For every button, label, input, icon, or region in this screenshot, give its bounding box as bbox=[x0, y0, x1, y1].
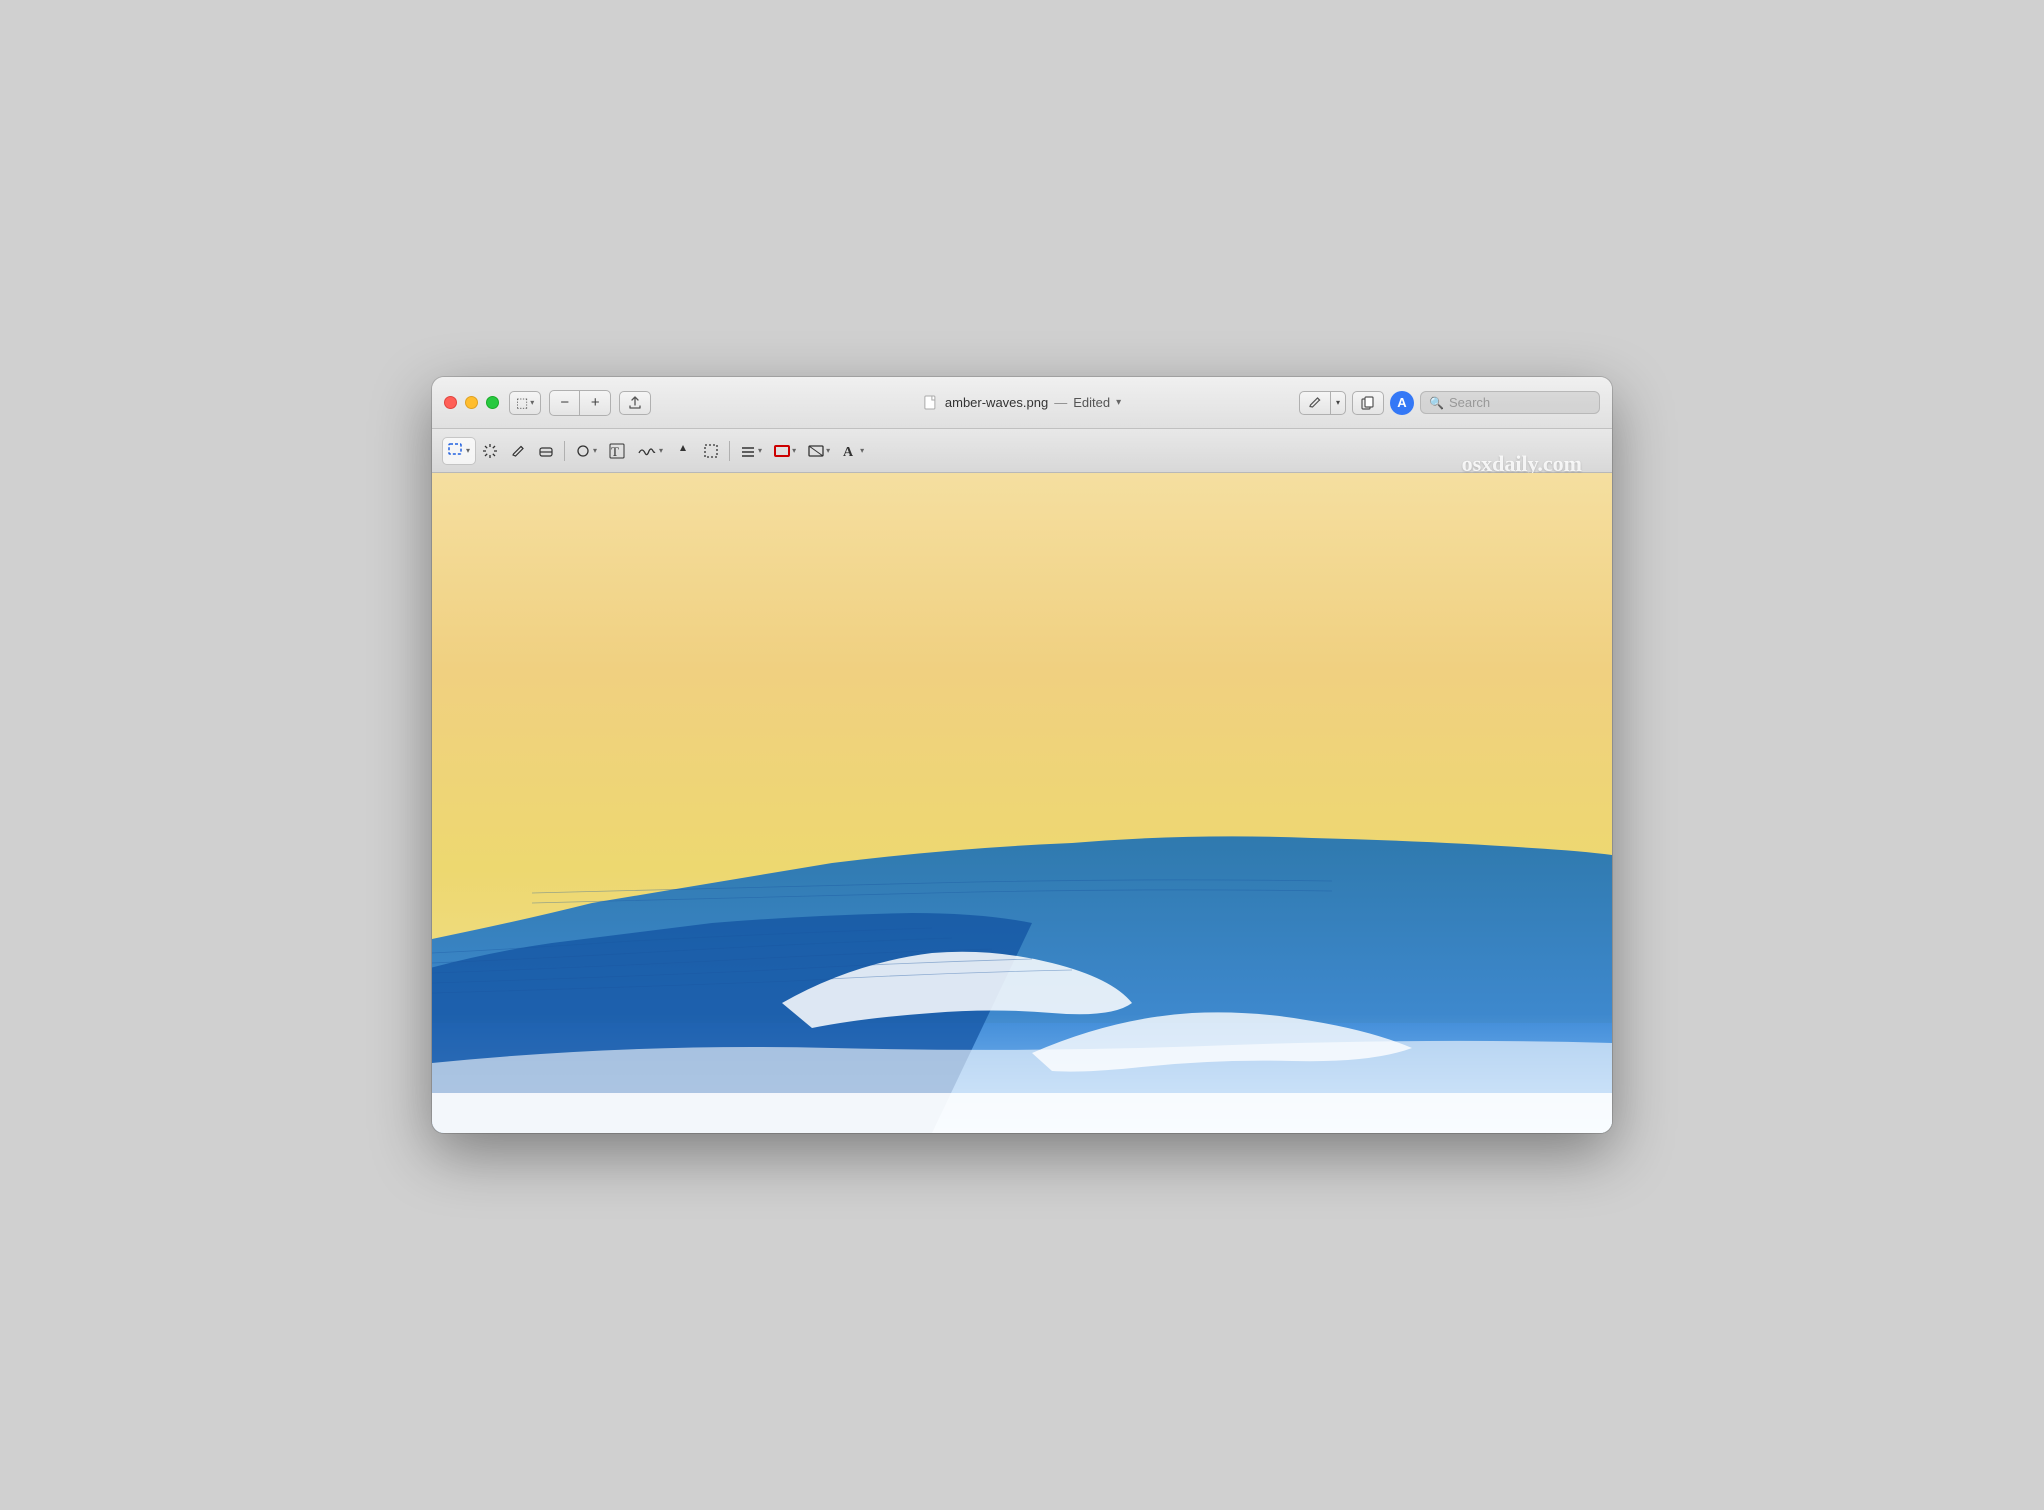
zoom-in-button[interactable]: + bbox=[580, 391, 610, 415]
eraser-icon bbox=[538, 443, 554, 459]
traffic-lights bbox=[444, 396, 499, 409]
crop-tool-button[interactable] bbox=[697, 437, 725, 465]
minimize-button[interactable] bbox=[465, 396, 478, 409]
signature-chevron-icon: ▾ bbox=[659, 446, 663, 455]
zoom-in-icon: + bbox=[591, 394, 600, 411]
zoom-out-button[interactable]: − bbox=[550, 391, 580, 415]
rect-border-button[interactable]: ▾ bbox=[768, 437, 802, 465]
draw-tool-button[interactable] bbox=[504, 437, 532, 465]
document-icon bbox=[923, 395, 939, 411]
selection-chevron-icon: ▾ bbox=[466, 446, 470, 455]
toolbar-separator-2 bbox=[729, 441, 730, 461]
markup-a-icon: A bbox=[1397, 395, 1406, 410]
rect-bg-icon bbox=[808, 443, 824, 459]
border-align-chevron-icon: ▾ bbox=[758, 446, 762, 455]
app-window: ⬚ ▾ − + bbox=[432, 377, 1612, 1133]
text-tool-button[interactable]: T bbox=[603, 437, 631, 465]
pencil-chevron[interactable]: ▾ bbox=[1331, 394, 1345, 411]
image-display bbox=[432, 473, 1612, 1133]
signature-icon bbox=[637, 443, 657, 459]
rect-border-icon bbox=[774, 443, 790, 459]
adjust-icon bbox=[675, 443, 691, 459]
edited-label: Edited bbox=[1073, 395, 1110, 410]
rect-border-chevron-icon: ▾ bbox=[792, 446, 796, 455]
magic-wand-button[interactable] bbox=[476, 437, 504, 465]
svg-text:A: A bbox=[843, 445, 854, 459]
title-bar-left: ⬚ ▾ − + bbox=[509, 390, 651, 416]
terrain-layer bbox=[432, 473, 1612, 1133]
toolbar-separator-1 bbox=[564, 441, 565, 461]
font-button[interactable]: A ▾ bbox=[836, 437, 870, 465]
sidebar-chevron-icon: ▾ bbox=[530, 398, 534, 407]
title-bar-right: ▾ A 🔍 bbox=[1299, 391, 1600, 415]
svg-text:T: T bbox=[611, 444, 619, 459]
search-input[interactable] bbox=[1449, 395, 1591, 410]
share-button[interactable] bbox=[619, 391, 651, 415]
markup-button[interactable]: ▾ bbox=[1299, 391, 1346, 415]
annotation-toolbar: ▾ bbox=[432, 429, 1612, 473]
pencil-icon bbox=[1308, 396, 1322, 410]
canvas-area bbox=[432, 473, 1612, 1133]
pages-icon bbox=[1360, 395, 1376, 411]
text-tool-icon: T bbox=[609, 443, 625, 459]
eraser-tool-button[interactable] bbox=[532, 437, 560, 465]
title-chevron-icon[interactable]: ▾ bbox=[1116, 397, 1121, 408]
selection-tool-button[interactable]: ▾ bbox=[442, 437, 476, 465]
adjust-tool-button[interactable] bbox=[669, 437, 697, 465]
pencil-dropdown-icon: ▾ bbox=[1336, 398, 1340, 407]
close-button[interactable] bbox=[444, 396, 457, 409]
share-icon bbox=[628, 396, 642, 410]
toolbar-tools: ▾ bbox=[442, 437, 1598, 465]
zoom-controls: − + bbox=[549, 390, 611, 416]
rect-bg-button[interactable]: ▾ bbox=[802, 437, 836, 465]
font-chevron-icon: ▾ bbox=[860, 446, 864, 455]
markup-a-button[interactable]: A bbox=[1390, 391, 1414, 415]
font-icon: A bbox=[842, 443, 858, 459]
markup-share-button[interactable] bbox=[1352, 391, 1384, 415]
search-icon: 🔍 bbox=[1429, 396, 1444, 410]
sidebar-toggle-button[interactable]: ⬚ ▾ bbox=[509, 391, 541, 415]
window-title: amber-waves.png — Edited ▾ bbox=[923, 395, 1121, 411]
pencil-main[interactable] bbox=[1300, 392, 1331, 414]
title-bar: ⬚ ▾ − + bbox=[432, 377, 1612, 429]
title-separator: — bbox=[1054, 395, 1067, 410]
rect-bg-chevron-icon: ▾ bbox=[826, 446, 830, 455]
border-align-button[interactable]: ▾ bbox=[734, 437, 768, 465]
maximize-button[interactable] bbox=[486, 396, 499, 409]
pen-icon bbox=[510, 443, 526, 459]
zoom-out-icon: − bbox=[560, 394, 569, 411]
selection-tool-icon bbox=[448, 443, 464, 459]
shapes-tool-button[interactable]: ▾ bbox=[569, 437, 603, 465]
shapes-icon bbox=[575, 443, 591, 459]
crop-icon bbox=[703, 443, 719, 459]
shapes-chevron-icon: ▾ bbox=[593, 446, 597, 455]
magic-wand-icon bbox=[482, 443, 498, 459]
signature-tool-button[interactable]: ▾ bbox=[631, 437, 669, 465]
file-name: amber-waves.png bbox=[945, 395, 1048, 410]
border-align-icon bbox=[740, 443, 756, 459]
sidebar-icon: ⬚ bbox=[516, 395, 528, 411]
search-bar[interactable]: 🔍 bbox=[1420, 391, 1600, 414]
